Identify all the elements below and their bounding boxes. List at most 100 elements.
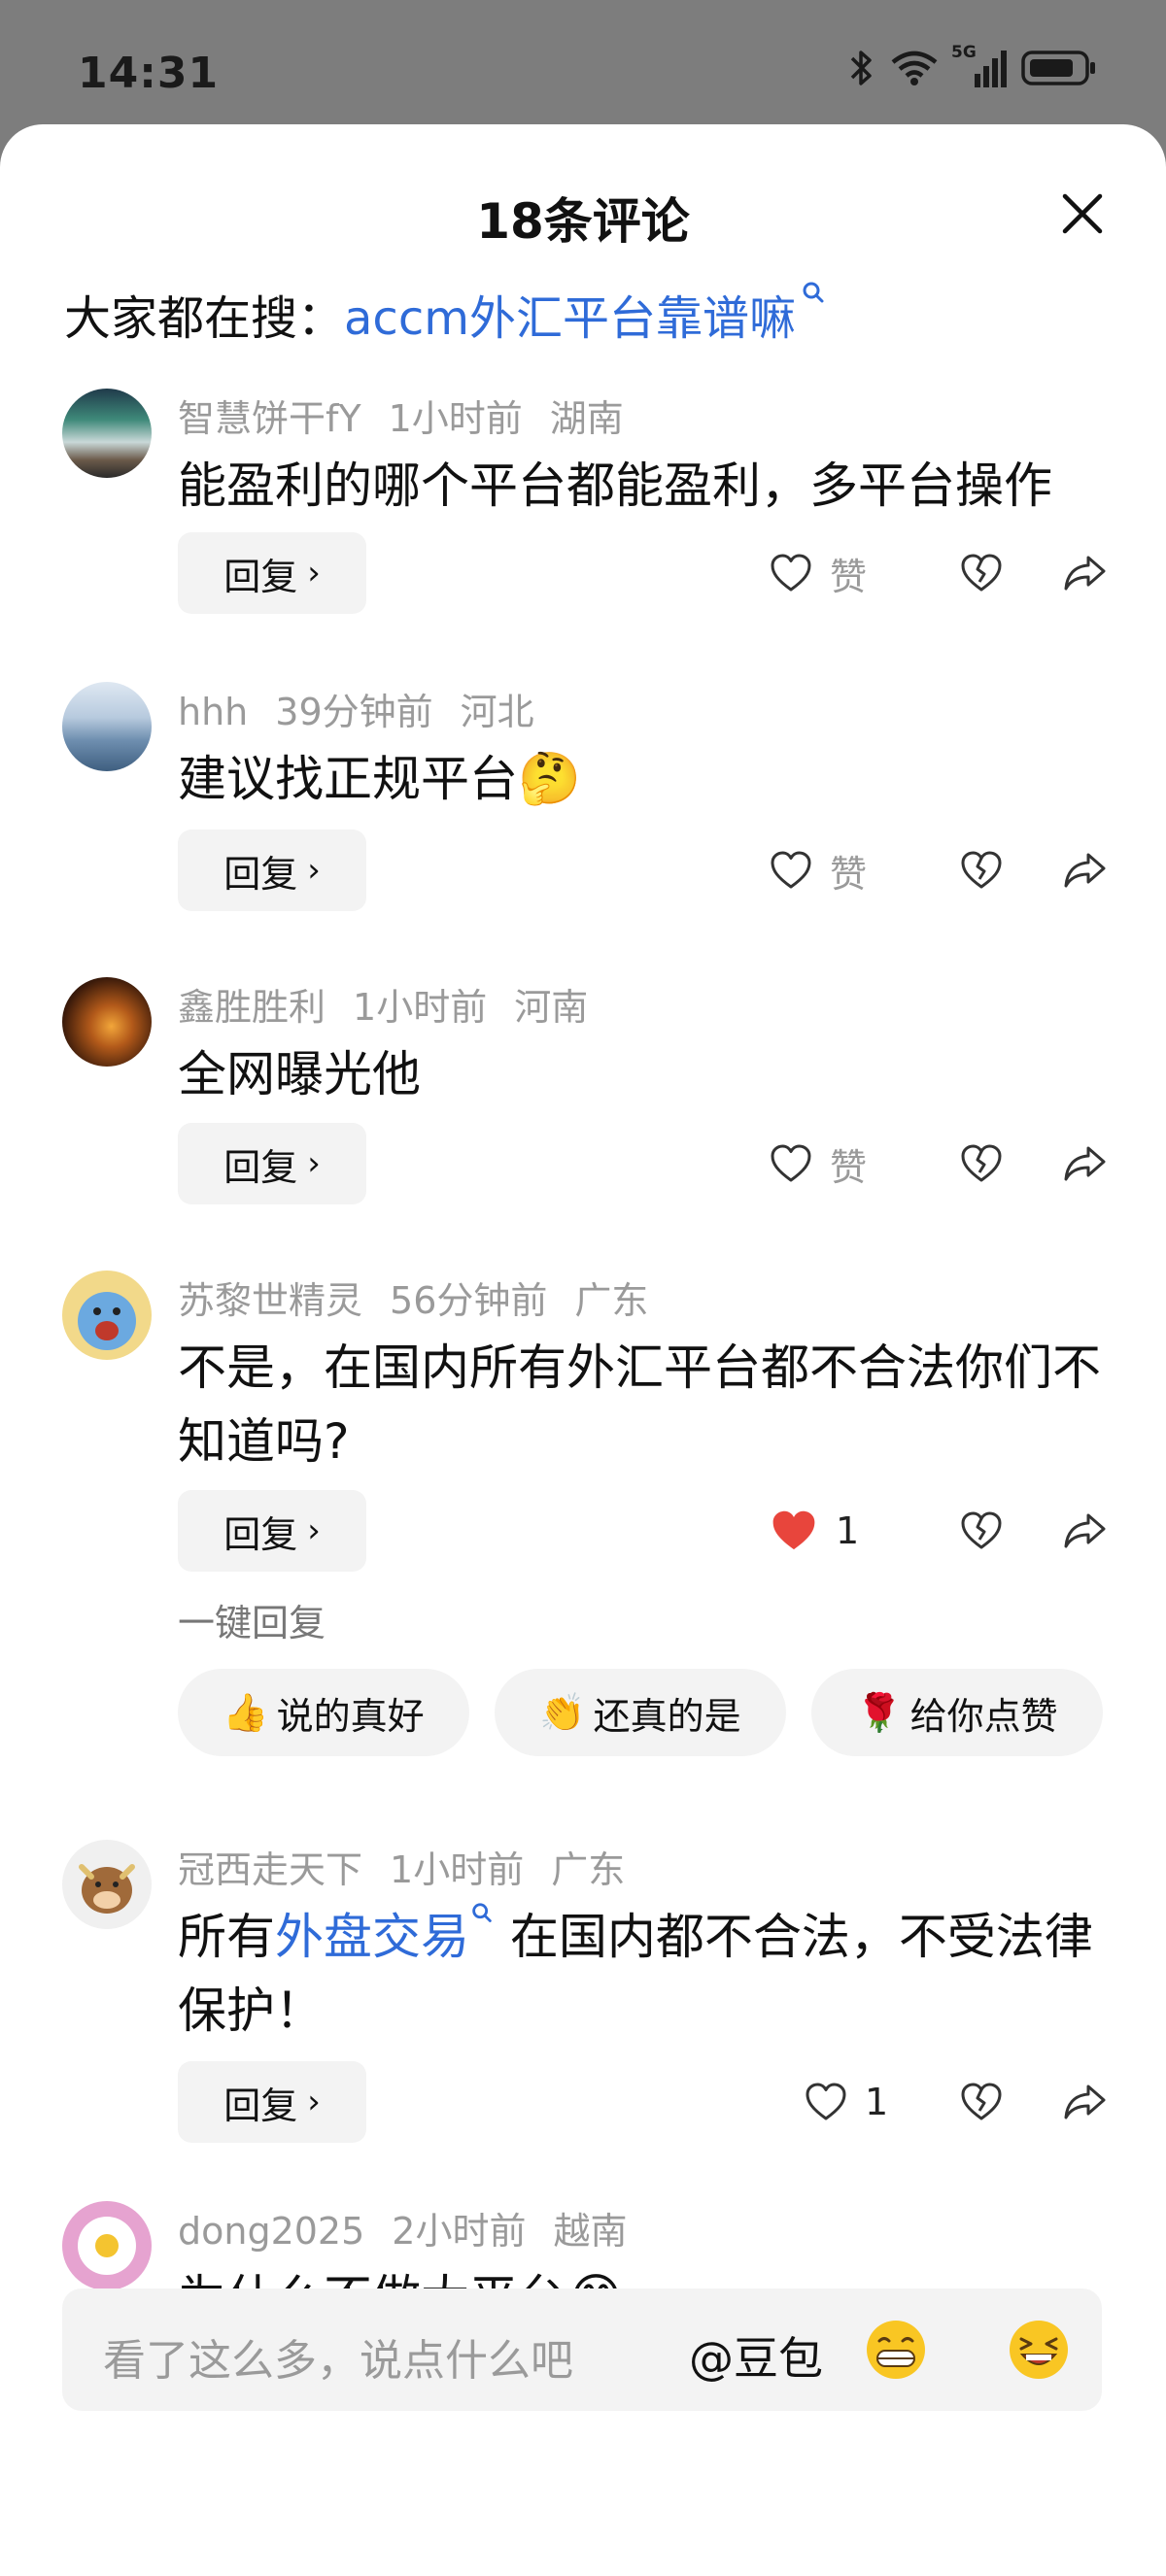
share-button[interactable] [1040, 847, 1108, 894]
grin-emoji-icon[interactable] [864, 2318, 928, 2382]
like-button[interactable]: 赞 [768, 844, 923, 898]
reply-button[interactable]: 回复 › [178, 1490, 366, 1572]
broken-heart-icon [958, 550, 1005, 596]
share-button[interactable] [1040, 1508, 1108, 1554]
dislike-button[interactable] [923, 847, 1040, 894]
reply-button[interactable]: 回复 › [178, 532, 366, 614]
comment-meta: hhh 39分钟前 河北 [178, 682, 562, 735]
close-icon[interactable] [1057, 188, 1108, 239]
username[interactable]: 鑫胜胜利 [178, 986, 326, 1029]
comment-location: 河北 [460, 691, 534, 733]
dislike-button[interactable] [923, 1140, 1040, 1187]
quick-reply-chip[interactable]: 👏 还真的是 [495, 1669, 786, 1756]
comment-text-body: 建议找正规平台 [178, 751, 518, 807]
share-button[interactable] [1040, 550, 1108, 596]
username[interactable]: 苏黎世精灵 [178, 1279, 362, 1322]
search-icon [472, 1903, 492, 1922]
comment-time: 1小时前 [388, 397, 523, 440]
like-button[interactable]: 1 [768, 2079, 923, 2125]
keyword-link[interactable]: 外盘交易 [275, 1909, 469, 1965]
like-button[interactable]: 赞 [768, 1137, 923, 1191]
broken-heart-icon [958, 1508, 1005, 1554]
comment-meta: 智慧饼干fY 1小时前 湖南 [178, 389, 651, 442]
avatar[interactable] [62, 682, 152, 771]
status-time: 14:31 [78, 49, 220, 98]
chevron-right-icon: › [307, 851, 321, 890]
battery-icon [1021, 51, 1095, 85]
comment-actions: 赞 [768, 1123, 1108, 1204]
chip-label: 还真的是 [593, 1694, 741, 1738]
like-button[interactable]: 1 [756, 1505, 923, 1557]
broken-heart-icon [958, 1140, 1005, 1187]
broken-heart-icon [958, 847, 1005, 894]
status-icons: 5G [846, 43, 1098, 89]
username[interactable]: 冠西走天下 [178, 1848, 362, 1891]
dislike-button[interactable] [923, 550, 1040, 596]
quick-reply-chip[interactable]: 🌹 给你点赞 [811, 1669, 1103, 1756]
heart-icon [768, 847, 814, 894]
reply-button[interactable]: 回复 › [178, 1123, 366, 1204]
laugh-emoji-icon[interactable] [1007, 2318, 1071, 2382]
dislike-button[interactable] [923, 1508, 1040, 1554]
comment-sheet: 18条评论 大家都在搜：accm外汇平台靠谱嘛 智慧饼干fY 1小时前 湖南 能盈利… [0, 124, 1166, 2576]
signal-icon: 5G [951, 43, 1007, 87]
quick-reply-chip[interactable]: 👍 说的真好 [178, 1669, 469, 1756]
chevron-right-icon: › [307, 1144, 321, 1183]
comment-text: 所有外盘交易 在国内都不合法，不受法律保护！ [178, 1900, 1101, 2048]
like-count: 1 [865, 2081, 889, 2123]
comment-location: 河南 [514, 986, 589, 1029]
network-type: 5G [951, 43, 977, 62]
search-prefix: 大家都在搜： [64, 291, 345, 346]
wifi-icon [891, 51, 938, 85]
thumbs-up-icon: 👍 [223, 1690, 269, 1734]
share-button[interactable] [1040, 1140, 1108, 1187]
like-label: 赞 [830, 555, 868, 598]
reply-button[interactable]: 回复 › [178, 830, 366, 911]
search-icon [803, 282, 824, 303]
chevron-right-icon: › [307, 1511, 321, 1550]
avatar[interactable] [62, 1840, 152, 1929]
avatar[interactable] [62, 2201, 152, 2290]
heart-icon [768, 1140, 814, 1187]
avatar[interactable] [62, 389, 152, 478]
comment-actions: 1 [768, 2061, 1108, 2143]
reply-label: 回复 [223, 2084, 298, 2127]
chip-label: 给你点赞 [909, 1694, 1058, 1738]
heart-icon [768, 550, 814, 596]
search-term-link[interactable]: accm外汇平台靠谱嘛 [344, 291, 796, 346]
chevron-right-icon: › [307, 554, 321, 593]
comment-text: 建议找正规平台🤔 [178, 742, 1101, 816]
reply-button[interactable]: 回复 › [178, 2061, 366, 2143]
mention-button[interactable]: @豆包 [689, 2323, 823, 2388]
comment-actions: 赞 [768, 532, 1108, 614]
like-label: 赞 [830, 852, 868, 896]
comment-meta: 冠西走天下 1小时前 广东 [178, 1840, 652, 1893]
comment-time: 56分钟前 [390, 1279, 548, 1322]
comment-meta: dong2025 2小时前 越南 [178, 2201, 655, 2254]
avatar[interactable] [62, 1271, 152, 1360]
username[interactable]: 智慧饼干fY [178, 397, 361, 440]
like-count: 1 [836, 1509, 860, 1552]
reply-label: 回复 [223, 1145, 298, 1189]
broken-heart-icon [958, 2079, 1005, 2125]
dislike-button[interactable] [923, 2079, 1040, 2125]
share-button[interactable] [1040, 2079, 1108, 2125]
comment-location: 广东 [574, 1279, 649, 1322]
comment-text: 能盈利的哪个平台都能盈利，多平台操作 [178, 458, 1052, 514]
share-icon [1061, 1508, 1108, 1554]
comment-input[interactable]: 看了这么多，说点什么吧 [103, 2325, 573, 2388]
comment-time: 2小时前 [392, 2210, 527, 2253]
reply-label: 回复 [223, 852, 298, 896]
avatar[interactable] [62, 977, 152, 1067]
rose-icon: 🌹 [856, 1690, 903, 1734]
cartoon-avatar [78, 1292, 136, 1350]
comment-location: 湖南 [549, 397, 624, 440]
thinking-emoji-icon: 🤔 [518, 750, 581, 808]
like-button[interactable]: 赞 [768, 547, 923, 600]
like-label: 赞 [830, 1145, 868, 1189]
comment-time: 1小时前 [353, 986, 488, 1029]
username[interactable]: dong2025 [178, 2210, 364, 2253]
username[interactable]: hhh [178, 691, 248, 733]
comment-input-bar[interactable]: 看了这么多，说点什么吧 @豆包 [62, 2288, 1102, 2411]
comment-time: 1小时前 [390, 1848, 525, 1891]
